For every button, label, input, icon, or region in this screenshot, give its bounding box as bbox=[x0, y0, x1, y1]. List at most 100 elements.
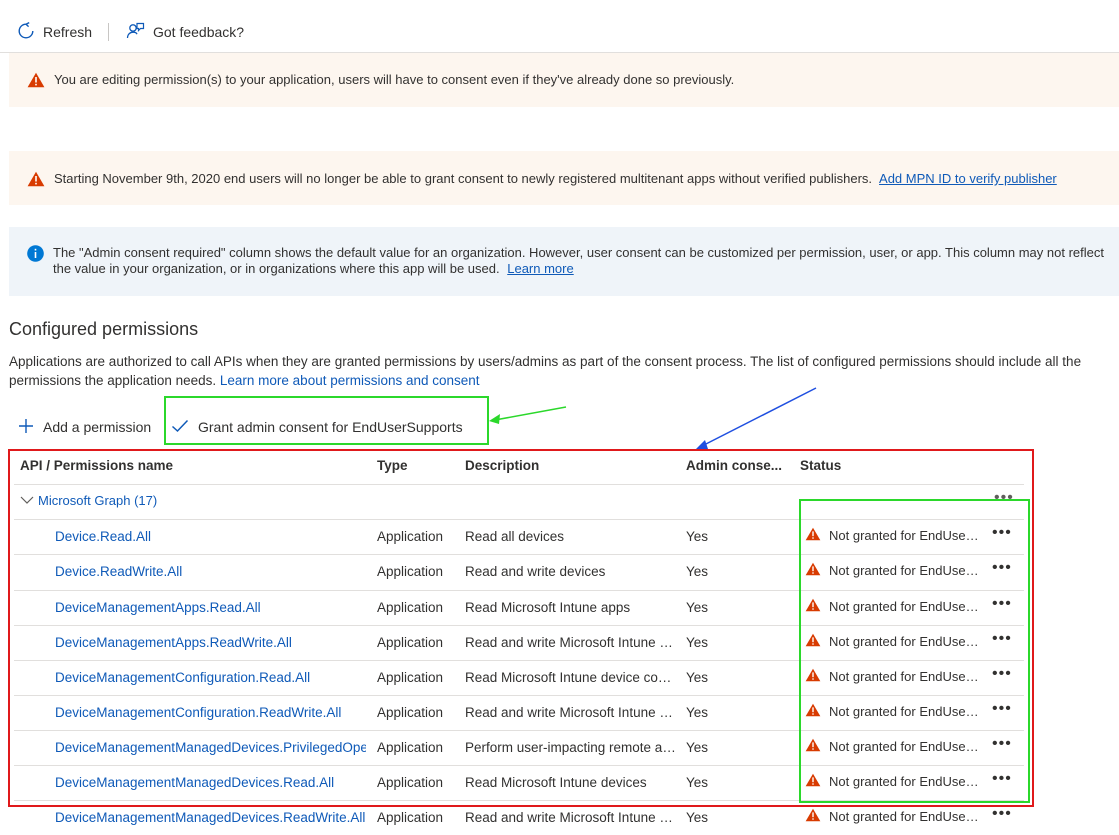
permission-description: Read Microsoft Intune apps bbox=[465, 600, 631, 615]
status-text: Not granted for EndUserSupports bbox=[829, 563, 979, 578]
feedback-label: Got feedback? bbox=[153, 24, 245, 40]
learn-more-link[interactable]: Learn more bbox=[507, 261, 573, 276]
permission-name-link[interactable]: Device.ReadWrite.All bbox=[55, 564, 366, 579]
permission-name-link[interactable]: Device.Read.All bbox=[55, 529, 366, 544]
green-arrow bbox=[489, 406, 567, 424]
permission-name-link[interactable]: DeviceManagementManagedDevices.Privilege… bbox=[55, 740, 366, 755]
refresh-label: Refresh bbox=[43, 24, 93, 40]
warning-icon bbox=[805, 738, 821, 755]
row-divider bbox=[14, 695, 1024, 696]
permission-description: Read and write Microsoft Intune apps bbox=[465, 635, 677, 650]
permissions-learn-more-link[interactable]: Learn more about permissions and consent bbox=[220, 373, 480, 388]
col-header-description[interactable]: Description bbox=[465, 458, 539, 473]
grant-admin-consent-button[interactable]: Grant admin consent for EndUserSupports bbox=[171, 412, 463, 442]
permission-name-link[interactable]: DeviceManagementConfiguration.ReadWrite.… bbox=[55, 705, 366, 720]
row-divider bbox=[14, 730, 1024, 731]
table-row[interactable]: DeviceManagementApps.ReadWrite.All Applic… bbox=[14, 625, 1024, 660]
more-options-icon[interactable]: ••• bbox=[992, 595, 1012, 613]
table-row[interactable]: DeviceManagementManagedDevices.ReadWrite… bbox=[14, 800, 1024, 835]
grant-admin-consent-label: Grant admin consent for EndUserSupports bbox=[198, 419, 463, 435]
permission-name-link[interactable]: DeviceManagementConfiguration.Read.All bbox=[55, 670, 366, 685]
checkmark-icon bbox=[171, 419, 189, 436]
more-options-icon[interactable]: ••• bbox=[992, 805, 1012, 823]
permission-type: Application bbox=[377, 635, 444, 650]
permission-name-link[interactable]: DeviceManagementManagedDevices.Read.All bbox=[55, 775, 366, 790]
warning-icon bbox=[805, 668, 821, 685]
warning-icon bbox=[805, 703, 821, 720]
status-text: Not granted for EndUserSupports bbox=[829, 809, 979, 824]
status-badge: Not granted for EndUserSupports bbox=[805, 773, 985, 790]
permission-type: Application bbox=[377, 810, 444, 825]
status-badge: Not granted for EndUserSupports bbox=[805, 527, 985, 544]
table-row[interactable]: DeviceManagementConfiguration.Read.All Ap… bbox=[14, 660, 1024, 695]
warning-icon bbox=[805, 633, 821, 650]
col-header-name[interactable]: API / Permissions name bbox=[20, 458, 173, 473]
permission-description: Read Microsoft Intune device configurati… bbox=[465, 670, 677, 685]
more-options-icon[interactable]: ••• bbox=[992, 630, 1012, 648]
row-divider bbox=[14, 800, 1024, 801]
permission-type: Application bbox=[377, 600, 444, 615]
admin-consent-required: Yes bbox=[686, 564, 709, 579]
group-microsoft-graph[interactable]: Microsoft Graph (17) bbox=[20, 493, 157, 508]
permission-description: Perform user-impacting remote actions on… bbox=[465, 740, 677, 755]
more-options-icon[interactable]: ••• bbox=[992, 665, 1012, 683]
admin-consent-required: Yes bbox=[686, 705, 709, 720]
section-description-text: Applications are authorized to call APIs… bbox=[9, 354, 1082, 388]
permission-type: Application bbox=[377, 529, 444, 544]
verify-publisher-link[interactable]: Add MPN ID to verify publisher bbox=[879, 171, 1057, 186]
more-options-icon[interactable]: ••• bbox=[992, 559, 1012, 577]
refresh-button[interactable]: Refresh bbox=[17, 20, 92, 44]
more-options-icon[interactable]: ••• bbox=[992, 524, 1012, 542]
table-row[interactable]: DeviceManagementConfiguration.ReadWrite.… bbox=[14, 695, 1024, 730]
warning-icon bbox=[27, 72, 45, 91]
feedback-button[interactable]: Got feedback? bbox=[126, 20, 244, 44]
more-options-icon[interactable]: ••• bbox=[992, 770, 1012, 788]
permission-type: Application bbox=[377, 670, 444, 685]
info-banner: The "Admin consent required" column show… bbox=[9, 227, 1119, 296]
status-badge: Not granted for EndUserSupports bbox=[805, 598, 985, 615]
col-header-admin-consent[interactable]: Admin conse... bbox=[686, 458, 782, 473]
more-options-icon[interactable]: ••• bbox=[992, 735, 1012, 753]
row-divider bbox=[14, 519, 1024, 520]
warning-icon bbox=[805, 598, 821, 615]
row-divider bbox=[14, 590, 1024, 591]
status-badge: Not granted for EndUserSupports bbox=[805, 738, 985, 755]
command-bar: Refresh Got feedback? bbox=[0, 0, 1119, 52]
add-permission-label: Add a permission bbox=[43, 419, 152, 435]
chevron-down-icon bbox=[20, 493, 34, 508]
warning-icon bbox=[805, 773, 821, 790]
row-divider bbox=[14, 625, 1024, 626]
status-text: Not granted for EndUserSupports bbox=[829, 669, 979, 684]
admin-consent-required: Yes bbox=[686, 670, 709, 685]
group-more-icon[interactable]: ••• bbox=[994, 489, 1014, 507]
info-text: The "Admin consent required" column show… bbox=[53, 245, 1104, 276]
status-text: Not granted for EndUserSupports bbox=[829, 739, 979, 754]
permission-description: Read and write devices bbox=[465, 564, 606, 579]
row-divider bbox=[14, 554, 1024, 555]
publisher-warning-text: Starting November 9th, 2020 end users wi… bbox=[54, 171, 873, 186]
status-text: Not granted for EndUserSupports bbox=[829, 704, 979, 719]
blue-arrow bbox=[696, 387, 817, 449]
permission-name-link[interactable]: DeviceManagementManagedDevices.ReadWrite… bbox=[55, 810, 366, 825]
warning-icon bbox=[805, 562, 821, 579]
admin-consent-required: Yes bbox=[686, 635, 709, 650]
admin-consent-required: Yes bbox=[686, 775, 709, 790]
permission-name-link[interactable]: DeviceManagementApps.Read.All bbox=[55, 600, 366, 615]
table-row[interactable]: Device.Read.All Application Read all devic… bbox=[14, 519, 1024, 554]
refresh-icon bbox=[17, 21, 35, 43]
add-permission-button[interactable]: Add a permission bbox=[18, 412, 151, 442]
col-header-type[interactable]: Type bbox=[377, 458, 408, 473]
table-row[interactable]: DeviceManagementManagedDevices.Privilege… bbox=[14, 730, 1024, 765]
permission-name-link[interactable]: DeviceManagementApps.ReadWrite.All bbox=[55, 635, 366, 650]
status-badge: Not granted for EndUserSupports bbox=[805, 562, 985, 579]
admin-consent-required: Yes bbox=[686, 740, 709, 755]
editing-warning-text: You are editing permission(s) to your ap… bbox=[54, 72, 735, 87]
table-row[interactable]: DeviceManagementManagedDevices.Read.All A… bbox=[14, 765, 1024, 800]
more-options-icon[interactable]: ••• bbox=[992, 700, 1012, 718]
col-header-status[interactable]: Status bbox=[800, 458, 841, 473]
table-row[interactable]: DeviceManagementApps.Read.All Application… bbox=[14, 590, 1024, 625]
status-text: Not granted for EndUserSupports bbox=[829, 634, 979, 649]
table-row[interactable]: Device.ReadWrite.All Application Read and … bbox=[14, 554, 1024, 589]
status-text: Not granted for EndUserSupports bbox=[829, 528, 979, 543]
info-text-wrap: The "Admin consent required" column show… bbox=[53, 245, 1113, 277]
